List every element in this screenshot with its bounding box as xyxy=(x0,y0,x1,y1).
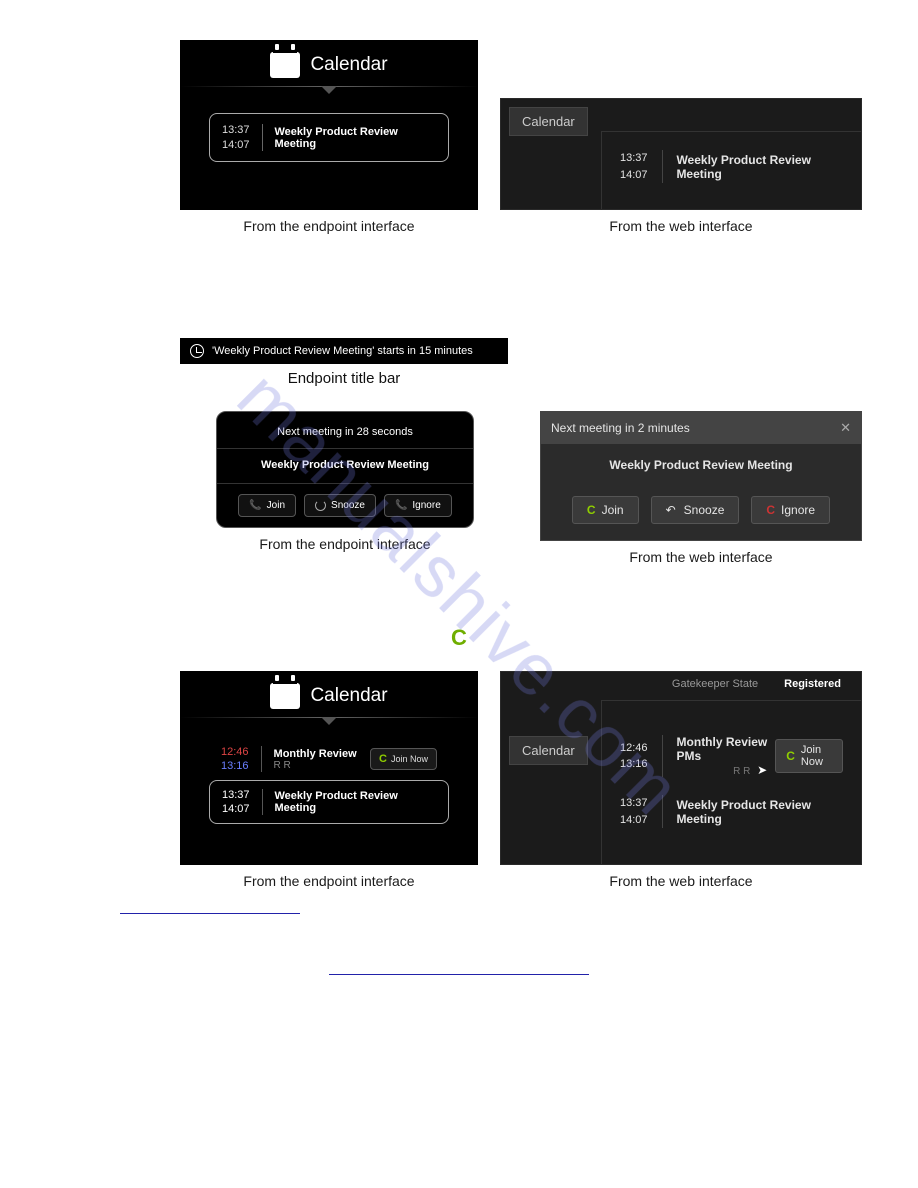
meeting-end-time: 14:07 xyxy=(222,139,250,151)
web-reminder-modal: Next meeting in 2 minutes ✕ Weekly Produ… xyxy=(540,411,862,541)
meeting-start-time: 12:46 xyxy=(620,740,648,757)
meeting-start-time: 13:37 xyxy=(620,150,648,167)
join-label: Join xyxy=(267,500,285,511)
gatekeeper-value: Registered xyxy=(784,678,841,690)
reminder-countdown: Next meeting in 2 minutes xyxy=(551,421,690,435)
page-content: Calendar 13:37 14:07 Weekly Product Revi… xyxy=(20,40,898,975)
cursor-icon: ➤ xyxy=(757,763,767,777)
figure-caption: From the endpoint interface xyxy=(243,218,414,234)
web-calendar-panel: Gatekeeper State Registered Calendar 12:… xyxy=(500,671,862,865)
calendar-tab[interactable]: Calendar xyxy=(509,107,588,136)
vertical-divider xyxy=(662,150,663,183)
calendar-title: Calendar xyxy=(310,685,387,707)
vertical-divider xyxy=(662,795,663,828)
figure-caption: From the web interface xyxy=(609,218,752,234)
meeting-card[interactable]: 13:37 14:07 Weekly Product Review Meetin… xyxy=(209,113,449,162)
calendar-icon xyxy=(270,52,300,78)
endpoint-calendar-panel: Calendar 12:46 13:16 Monthly Review xyxy=(180,671,478,865)
join-label: Join xyxy=(602,503,624,517)
meeting-start-time: 12:46 xyxy=(221,746,249,758)
meeting-end-time: 14:07 xyxy=(620,167,648,184)
figure-caption: From the web interface xyxy=(609,873,752,889)
link-underline xyxy=(120,913,300,914)
endpoint-calendar-panel: Calendar 13:37 14:07 Weekly Product Revi… xyxy=(180,40,478,210)
meeting-start-time: 13:37 xyxy=(620,795,648,812)
reminder-countdown: Next meeting in 28 seconds xyxy=(277,426,413,448)
meeting-end-time: 13:16 xyxy=(620,756,648,773)
close-icon[interactable]: ✕ xyxy=(840,420,851,436)
phone-icon: C xyxy=(587,503,596,517)
link-underline xyxy=(329,974,589,975)
meeting-start-time: 13:37 xyxy=(222,789,250,801)
meeting-card[interactable]: 13:37 14:07 Weekly Product Review Meetin… xyxy=(209,780,449,824)
meeting-organizer: R R xyxy=(274,760,357,771)
figure-caption: From the web interface xyxy=(629,549,772,565)
endpoint-reminder-modal: Next meeting in 28 seconds Weekly Produc… xyxy=(216,411,474,528)
snooze-button[interactable]: Snooze xyxy=(304,494,376,517)
meeting-name: Weekly Product Review Meeting xyxy=(275,124,437,151)
snooze-button[interactable]: ↶ Snooze xyxy=(651,496,740,524)
title-bar-text: 'Weekly Product Review Meeting' starts i… xyxy=(212,345,473,357)
gatekeeper-state: Gatekeeper State Registered xyxy=(672,678,841,690)
snooze-label: Snooze xyxy=(684,503,725,517)
meeting-end-time: 13:16 xyxy=(221,760,249,772)
meeting-name: Weekly Product Review Meeting xyxy=(275,790,437,814)
meeting-name: Monthly Review xyxy=(274,748,357,760)
clock-icon xyxy=(190,344,204,358)
meeting-organizer: R R ➤ xyxy=(677,763,768,777)
ignore-label: Ignore xyxy=(781,503,815,517)
meeting-row[interactable]: 13:37 14:07 Weekly Product Review Meetin… xyxy=(620,150,843,183)
phone-icon: 📞 xyxy=(249,500,261,511)
meeting-end-time: 14:07 xyxy=(222,803,250,815)
meeting-row[interactable]: 13:37 14:07 Weekly Product Review Meetin… xyxy=(620,795,843,828)
figure-caption: From the endpoint interface xyxy=(243,873,414,889)
meeting-start-time: 13:37 xyxy=(222,124,250,136)
figure-caption: From the endpoint interface xyxy=(259,536,430,552)
snooze-label: Snooze xyxy=(331,500,365,511)
calendar-tab[interactable]: Calendar xyxy=(509,736,588,765)
meeting-end-time: 14:07 xyxy=(620,812,648,829)
meeting-name: Weekly Product Review Meeting xyxy=(676,798,843,826)
title-bar-caption: Endpoint title bar xyxy=(180,370,508,387)
join-now-label: Join Now xyxy=(391,754,428,764)
meeting-row[interactable]: 12:46 13:16 Monthly Review PMs R R ➤ xyxy=(620,735,843,777)
meeting-row[interactable]: 12:46 13:16 Monthly Review R R C Join xyxy=(209,738,449,780)
endpoint-title-bar: 'Weekly Product Review Meeting' starts i… xyxy=(180,338,508,364)
phone-icon: C xyxy=(786,749,795,763)
join-button[interactable]: 📞 Join xyxy=(238,494,296,517)
phone-hangup-icon: 📞 xyxy=(395,500,407,511)
gatekeeper-label: Gatekeeper State xyxy=(672,678,758,690)
join-now-label: Join Now xyxy=(801,744,832,768)
divider-line xyxy=(180,86,478,87)
calendar-title: Calendar xyxy=(310,54,387,76)
divider-line xyxy=(180,717,478,718)
ignore-label: Ignore xyxy=(412,500,440,511)
meeting-name: Monthly Review PMs xyxy=(677,735,768,763)
join-button[interactable]: C Join xyxy=(572,496,639,524)
vertical-divider xyxy=(662,735,663,777)
refresh-icon xyxy=(315,500,326,511)
back-icon: ↶ xyxy=(666,503,676,517)
phone-hangup-icon: C xyxy=(766,503,775,517)
vertical-divider xyxy=(262,124,263,151)
ignore-button[interactable]: 📞 Ignore xyxy=(384,494,452,517)
phone-icon: C xyxy=(446,625,472,651)
reminder-meeting-name: Weekly Product Review Meeting xyxy=(541,458,861,472)
join-now-button[interactable]: C Join Now xyxy=(775,739,843,773)
vertical-divider xyxy=(262,789,263,815)
calendar-icon xyxy=(270,683,300,709)
phone-icon: C xyxy=(379,753,387,765)
ignore-button[interactable]: C Ignore xyxy=(751,496,830,524)
reminder-meeting-name: Weekly Product Review Meeting xyxy=(261,459,429,483)
join-now-button[interactable]: C Join Now xyxy=(370,748,437,770)
web-calendar-panel: Calendar 13:37 14:07 Weekly Product Revi… xyxy=(500,98,862,210)
meeting-name: Weekly Product Review Meeting xyxy=(676,150,843,183)
vertical-divider xyxy=(261,746,262,772)
